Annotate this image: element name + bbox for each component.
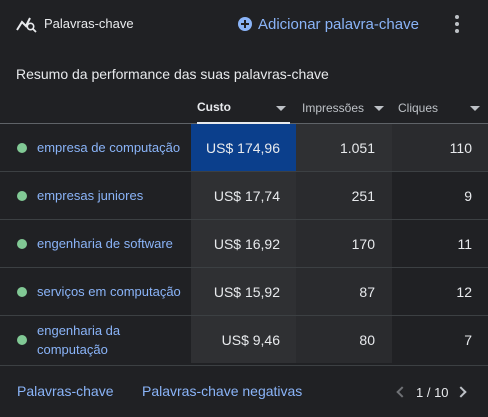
sort-down-icon bbox=[276, 106, 286, 111]
dropdown-arrow-icon bbox=[374, 106, 384, 111]
impressions-cell: 1.051 bbox=[296, 124, 392, 171]
add-keyword-button[interactable]: Adicionar palavra-chave bbox=[238, 13, 419, 35]
column-label: Custo bbox=[197, 100, 231, 114]
impressions-cell: 251 bbox=[296, 172, 392, 219]
table-row[interactable]: engenharia da computação US$ 9,46 80 7 bbox=[0, 316, 488, 364]
status-enabled-icon bbox=[17, 287, 27, 297]
table-row[interactable]: serviços em computação US$ 15,92 87 12 bbox=[0, 268, 488, 316]
status-enabled-icon bbox=[17, 335, 27, 345]
cost-cell: US$ 17,74 bbox=[191, 172, 296, 219]
card-footer: Palavras-chave Palavras-chave negativas … bbox=[0, 365, 488, 417]
column-header-impressions[interactable]: Impressões bbox=[302, 92, 388, 124]
column-header-cost[interactable]: Custo bbox=[197, 92, 290, 124]
column-label: Cliques bbox=[398, 101, 439, 115]
add-circle-icon bbox=[238, 17, 252, 31]
status-enabled-icon bbox=[17, 239, 27, 249]
negative-keywords-link[interactable]: Palavras-chave negativas bbox=[142, 383, 302, 399]
add-keyword-label: Adicionar palavra-chave bbox=[258, 15, 419, 33]
card-title: Palavras-chave bbox=[44, 16, 134, 31]
chevron-right-icon[interactable] bbox=[454, 386, 467, 398]
keyword-trend-icon bbox=[16, 17, 37, 33]
clicks-cell: 11 bbox=[457, 235, 472, 252]
keyword-link[interactable]: empresas juniores bbox=[37, 172, 187, 219]
keyword-link[interactable]: engenharia de software bbox=[37, 220, 187, 267]
cost-cell: US$ 174,96 bbox=[191, 124, 296, 171]
keywords-link[interactable]: Palavras-chave bbox=[17, 383, 114, 399]
column-header-clicks[interactable]: Cliques bbox=[398, 92, 484, 124]
keywords-card: Palavras-chave Adicionar palavra-chave R… bbox=[0, 0, 488, 417]
impressions-cell: 80 bbox=[296, 316, 392, 363]
table-header: Custo Impressões Cliques bbox=[0, 92, 488, 124]
cost-cell: US$ 9,46 bbox=[191, 316, 296, 363]
clicks-cell: 110 bbox=[392, 124, 488, 171]
page-indicator: 1 / 10 bbox=[416, 384, 449, 400]
pagination: 1 / 10 bbox=[396, 383, 467, 401]
performance-summary-title: Resumo da performance das suas palavras-… bbox=[16, 66, 329, 82]
impressions-cell: 170 bbox=[296, 220, 392, 267]
cost-cell: US$ 15,92 bbox=[191, 268, 296, 315]
status-enabled-icon bbox=[17, 143, 27, 153]
impressions-cell: 87 bbox=[296, 268, 392, 315]
cost-cell: US$ 16,92 bbox=[191, 220, 296, 267]
dropdown-arrow-icon bbox=[470, 106, 480, 111]
clicks-cell: 7 bbox=[464, 331, 472, 348]
keyword-link[interactable]: serviços em computação bbox=[37, 268, 187, 315]
more-vert-icon[interactable] bbox=[452, 14, 462, 34]
keyword-link[interactable]: empresa de computação bbox=[37, 124, 187, 171]
keywords-table: Custo Impressões Cliques empresa de comp… bbox=[0, 92, 488, 364]
chevron-left-icon[interactable] bbox=[396, 386, 408, 398]
status-enabled-icon bbox=[17, 191, 27, 201]
keyword-link[interactable]: engenharia da computação bbox=[37, 316, 187, 363]
card-header: Palavras-chave Adicionar palavra-chave bbox=[0, 0, 488, 48]
table-row[interactable]: engenharia de software US$ 16,92 170 11 bbox=[0, 220, 488, 268]
column-label: Impressões bbox=[302, 101, 365, 115]
table-row[interactable]: empresas juniores US$ 17,74 251 9 bbox=[0, 172, 488, 220]
clicks-cell: 9 bbox=[464, 187, 472, 204]
clicks-cell: 12 bbox=[456, 283, 472, 300]
table-row[interactable]: empresa de computação US$ 174,96 1.051 1… bbox=[0, 124, 488, 172]
